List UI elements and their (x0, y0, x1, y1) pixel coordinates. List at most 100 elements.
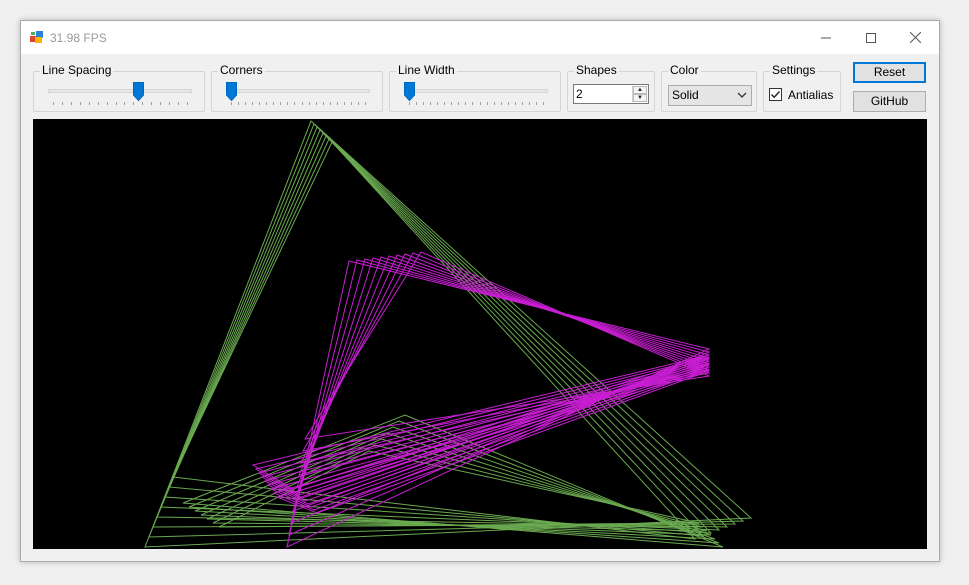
slider-tick (514, 102, 516, 105)
color-select-value: Solid (672, 88, 699, 102)
slider-tick (160, 102, 162, 105)
slider-tick (458, 102, 460, 105)
slider-tick (500, 102, 502, 105)
line-spacing-ticks (53, 102, 188, 106)
checkmark-icon (771, 91, 781, 99)
minimize-button[interactable] (803, 21, 848, 54)
spin-down-button[interactable]: ▼ (633, 94, 647, 102)
corners-track[interactable] (226, 89, 370, 93)
caret-down-icon: ▼ (637, 95, 643, 101)
app-icon (30, 31, 43, 43)
slider-tick (423, 102, 425, 105)
drawing-canvas[interactable] (33, 119, 927, 549)
title-bar[interactable]: 31.98 FPS (21, 21, 939, 54)
slider-tick (142, 102, 144, 105)
shapes-label: Shapes (574, 63, 619, 77)
slider-tick (115, 102, 117, 105)
shapes-group: Shapes 2 ▲ ▼ (567, 63, 655, 112)
slider-tick (259, 102, 261, 105)
slider-tick (315, 102, 317, 105)
slider-tick (61, 102, 63, 105)
corners-thumb[interactable] (226, 82, 237, 101)
slider-tick (169, 102, 171, 105)
slider-tick (266, 102, 268, 105)
color-label: Color (668, 63, 701, 77)
slider-tick (472, 102, 474, 105)
slider-tick (53, 102, 54, 105)
slider-tick (365, 102, 366, 105)
minimize-icon (820, 37, 831, 38)
slider-tick (231, 102, 232, 105)
spin-up-button[interactable]: ▲ (633, 86, 647, 94)
slider-tick (521, 102, 523, 105)
slider-tick (479, 102, 481, 105)
slider-tick (336, 102, 338, 105)
slider-tick (350, 102, 352, 105)
slider-tick (409, 102, 410, 105)
slider-tick (543, 102, 544, 105)
slider-tick (430, 102, 432, 105)
slider-tick (486, 102, 488, 105)
corners-group: Corners (211, 63, 383, 112)
slider-tick (238, 102, 240, 105)
slider-tick (528, 102, 530, 105)
antialias-checkbox[interactable] (769, 88, 782, 101)
line-spacing-group: Line Spacing (33, 63, 205, 112)
magenta-triangle-line (288, 259, 711, 536)
slider-tick (106, 102, 108, 105)
caret-up-icon: ▲ (637, 87, 643, 93)
slider-tick (493, 102, 495, 105)
shapes-spinner: ▲ ▼ (632, 86, 647, 102)
slider-tick (273, 102, 275, 105)
slider-tick (97, 102, 99, 105)
maximize-button[interactable] (848, 21, 893, 54)
maximize-icon (865, 32, 876, 43)
slider-tick (178, 102, 180, 105)
shapes-value: 2 (576, 87, 583, 101)
slider-tick (133, 102, 135, 105)
line-width-track[interactable] (404, 89, 548, 93)
slider-tick (88, 102, 90, 105)
slider-tick (357, 102, 359, 105)
slider-tick (294, 102, 296, 105)
slider-tick (329, 102, 331, 105)
magenta-triangle-line (302, 252, 711, 452)
slider-tick (124, 102, 126, 105)
window-title: 31.98 FPS (50, 31, 107, 45)
color-group: Color Solid (661, 63, 757, 112)
slider-tick (444, 102, 446, 105)
settings-group: Settings Antialias (763, 63, 841, 112)
close-icon (910, 32, 921, 43)
slider-tick (301, 102, 303, 105)
slider-tick (151, 102, 153, 105)
corners-ticks (231, 102, 366, 106)
slider-tick (287, 102, 289, 105)
slider-tick (70, 102, 72, 105)
slider-tick (437, 102, 439, 105)
close-button[interactable] (893, 21, 938, 54)
slider-tick (187, 102, 188, 105)
chevron-down-icon (737, 92, 747, 98)
slider-tick (308, 102, 310, 105)
green-triangle-line (160, 132, 721, 531)
github-button[interactable]: GitHub (853, 91, 926, 112)
line-spacing-track[interactable] (48, 89, 192, 93)
slider-tick (252, 102, 254, 105)
reset-button[interactable]: Reset (853, 62, 926, 83)
shapes-numeric-input[interactable]: 2 ▲ ▼ (573, 84, 649, 104)
green-triangle-line (148, 123, 745, 538)
slider-tick (79, 102, 81, 105)
line-spacing-thumb[interactable] (133, 82, 145, 101)
color-select[interactable]: Solid (668, 85, 752, 106)
antialias-label[interactable]: Antialias (788, 88, 833, 102)
slider-tick (535, 102, 537, 105)
green-triangle-line (172, 141, 697, 540)
slider-tick (343, 102, 345, 105)
settings-label: Settings (770, 63, 818, 77)
line-width-thumb[interactable] (404, 82, 415, 101)
slider-tick (451, 102, 453, 105)
corners-label: Corners (218, 63, 265, 77)
slider-tick (416, 102, 418, 105)
slider-tick (507, 102, 509, 105)
slider-tick (280, 102, 282, 105)
